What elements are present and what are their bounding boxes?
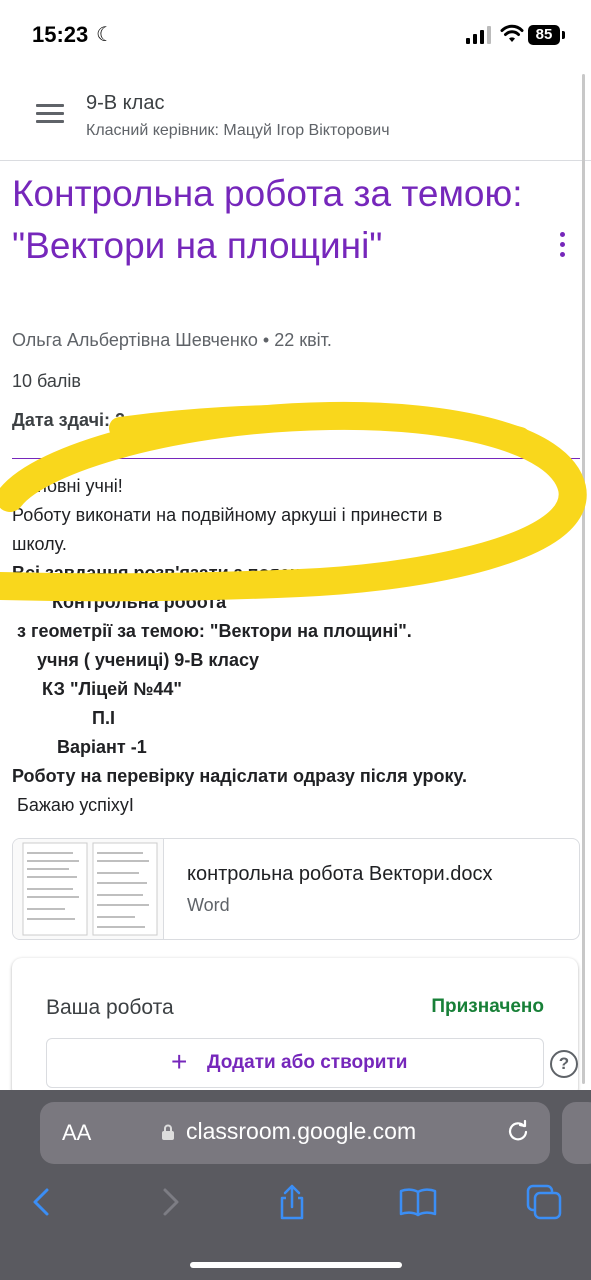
url-text[interactable]: classroom.google.com [186, 1118, 416, 1145]
share-icon[interactable] [272, 1182, 312, 1222]
battery-indicator: 85 [528, 25, 560, 45]
your-work-title: Ваша робота [46, 996, 174, 1019]
description-line: школу. [12, 534, 67, 554]
home-indicator[interactable] [190, 1262, 402, 1268]
assignment-author: Ольга Альбертівна Шевченко • 22 квіт. [12, 330, 332, 350]
description-line: Роботу виконати на подвійному аркуші і п… [12, 505, 443, 525]
app-header: 9-В клас Класний керівник: Мацуй Ігор Ві… [0, 70, 591, 161]
description-line: Варіант -1 [12, 737, 147, 757]
add-or-create-button[interactable]: + Додати або створити [46, 1038, 544, 1088]
scrollbar[interactable] [582, 74, 585, 1084]
signal-icon [466, 26, 491, 44]
tabs-icon[interactable] [524, 1182, 564, 1222]
reader-options-button[interactable]: AA [62, 1120, 91, 1146]
address-bar[interactable]: AA classroom.google.com [40, 1102, 550, 1164]
bookmarks-icon[interactable] [398, 1182, 438, 1222]
status-time: 15:23 [32, 22, 89, 47]
attachment-name[interactable]: контрольна робота Вектори.docx [187, 863, 557, 886]
next-tab-peek[interactable] [562, 1102, 591, 1164]
divider [12, 458, 580, 459]
wifi-icon [500, 24, 524, 42]
description-line: Всі завдання розв'язати з поясненнями. [12, 563, 373, 583]
class-name[interactable]: 9-В клас [86, 92, 164, 115]
document-thumbnail [13, 839, 164, 939]
description-line: ...ановні учні! [12, 476, 123, 496]
moon-icon: ☾ [96, 24, 114, 46]
back-icon[interactable] [22, 1182, 62, 1222]
menu-icon[interactable] [36, 104, 64, 124]
description-line: Контрольна робота [12, 592, 227, 612]
status-badge: Призначено [431, 996, 544, 1017]
description-line: з геометрії за темою: "Вектори на площин… [12, 621, 412, 641]
browser-toolbar: AA classroom.google.com [0, 1090, 591, 1280]
assignment-description: ...ановні учні! Роботу виконати на подві… [12, 472, 572, 820]
assignment-due-date: Дата здачі: 2... [12, 410, 141, 430]
description-line: учня ( учениці) 9-В класу [12, 650, 260, 670]
reload-icon[interactable] [506, 1118, 530, 1144]
forward-icon[interactable] [150, 1182, 190, 1222]
description-line: КЗ "Ліцей №44" [12, 679, 182, 699]
class-teacher: Класний керівник: Мацуй Ігор Вікторович [86, 122, 390, 139]
description-line: Роботу на перевірку надіслати одразу піс… [12, 766, 467, 786]
attachment-card[interactable]: контрольна робота Вектори.docx Word [12, 838, 580, 940]
battery-cap [562, 31, 565, 39]
description-line: П.І [12, 708, 115, 728]
assignment-points: 10 балів [12, 371, 81, 391]
add-or-create-label: Додати або створити [207, 1052, 408, 1073]
more-options-icon[interactable] [554, 232, 570, 260]
description-line: Бажаю успіхуI [12, 795, 134, 815]
plus-icon: + [171, 1046, 188, 1077]
assignment-title: Контрольна робота за темою: "Вектори на … [12, 173, 523, 266]
help-icon[interactable]: ? [550, 1050, 578, 1078]
lock-icon [162, 1124, 174, 1140]
your-work-card: Ваша робота Призначено + Додати або ство… [12, 958, 578, 1098]
status-bar: 15:23 ☾ 85 [0, 0, 591, 70]
attachment-type: Word [187, 895, 230, 915]
